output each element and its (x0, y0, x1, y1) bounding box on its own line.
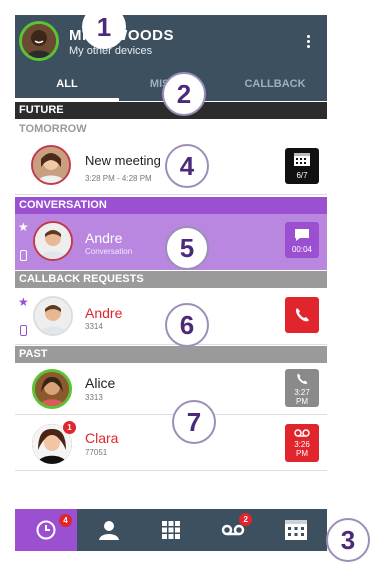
conversation-avatar (33, 221, 73, 261)
conversation-tile[interactable]: 00:04 (285, 222, 319, 258)
callout-7: 7 (172, 400, 216, 444)
section-tomorrow: TOMORROW (15, 121, 327, 138)
phone-incoming-icon (297, 373, 308, 384)
call-time: 3:27 (294, 388, 310, 397)
conversation-name: Andre (85, 230, 123, 246)
conversation-subtitle: Conversation (85, 247, 133, 256)
tab-callback[interactable]: CALLBACK (223, 67, 327, 101)
callback-tile[interactable] (285, 297, 319, 333)
nav-voicemail[interactable]: 2 (202, 509, 264, 551)
favorite-star-icon: ★ (18, 220, 29, 234)
incoming-call-tile[interactable]: 3:27 PM (285, 369, 319, 407)
meeting-date: 6/7 (296, 171, 308, 180)
meeting-title: New meeting (85, 153, 161, 168)
conversation-duration: 00:04 (291, 245, 313, 254)
favorite-star-icon: ★ (18, 295, 29, 309)
callback-avatar (33, 296, 73, 336)
chat-bubble-icon (295, 229, 309, 241)
past-row-alice[interactable]: Alice 3313 3:27 PM (15, 363, 327, 415)
person-icon (98, 521, 119, 540)
past-name: Alice (85, 375, 116, 391)
callout-4: 4 (165, 144, 209, 188)
alice-avatar (32, 369, 72, 409)
voicemail-icon (294, 429, 310, 437)
clock-icon (36, 520, 56, 540)
history-badge: 4 (59, 514, 72, 527)
phone-callback-icon (296, 308, 309, 322)
mobile-icon (20, 250, 27, 261)
section-conversation: CONVERSATION (15, 197, 327, 214)
callback-name: Andre (85, 305, 123, 321)
app-header: MIKE WOODS My other devices (15, 15, 327, 67)
voicemail-tile[interactable]: 3:26 PM (285, 424, 319, 462)
calendar-icon (284, 520, 307, 540)
callout-3: 3 (326, 518, 370, 562)
past-number: 77051 (85, 448, 108, 457)
meeting-avatar (31, 145, 71, 185)
call-ampm: PM (296, 449, 308, 458)
call-time: 3:26 (294, 440, 310, 449)
callout-5: 5 (165, 226, 209, 270)
calendar-icon (294, 153, 310, 166)
section-callback: CALLBACK REQUESTS (15, 271, 327, 288)
more-options-icon[interactable] (307, 35, 311, 50)
voicemail-badge: 2 (239, 513, 253, 526)
dialpad-icon (162, 521, 181, 539)
callout-2: 2 (162, 72, 206, 116)
missed-count-badge: 1 (63, 421, 76, 434)
call-ampm: PM (296, 397, 308, 406)
nav-contacts[interactable] (77, 509, 139, 551)
mobile-icon (20, 325, 27, 336)
bottom-nav: 4 2 (15, 509, 327, 551)
section-past: PAST (15, 346, 327, 363)
nav-dialpad[interactable] (140, 509, 202, 551)
callout-1: 1 (82, 5, 126, 49)
tab-all[interactable]: ALL (15, 67, 119, 101)
nav-calendar[interactable] (265, 509, 327, 551)
voicemail-icon (222, 524, 245, 536)
past-number: 3313 (85, 393, 103, 402)
meeting-time: 3:28 PM - 4:28 PM (85, 174, 152, 183)
calendar-tile[interactable]: 6/7 (285, 148, 319, 184)
past-row-clara[interactable]: 1 Clara 77051 3:26 PM (15, 416, 327, 471)
nav-history[interactable]: 4 (15, 509, 78, 551)
past-name: Clara (85, 430, 119, 446)
callout-6: 6 (165, 303, 209, 347)
callback-number: 3314 (85, 322, 103, 331)
user-avatar[interactable] (19, 21, 59, 61)
